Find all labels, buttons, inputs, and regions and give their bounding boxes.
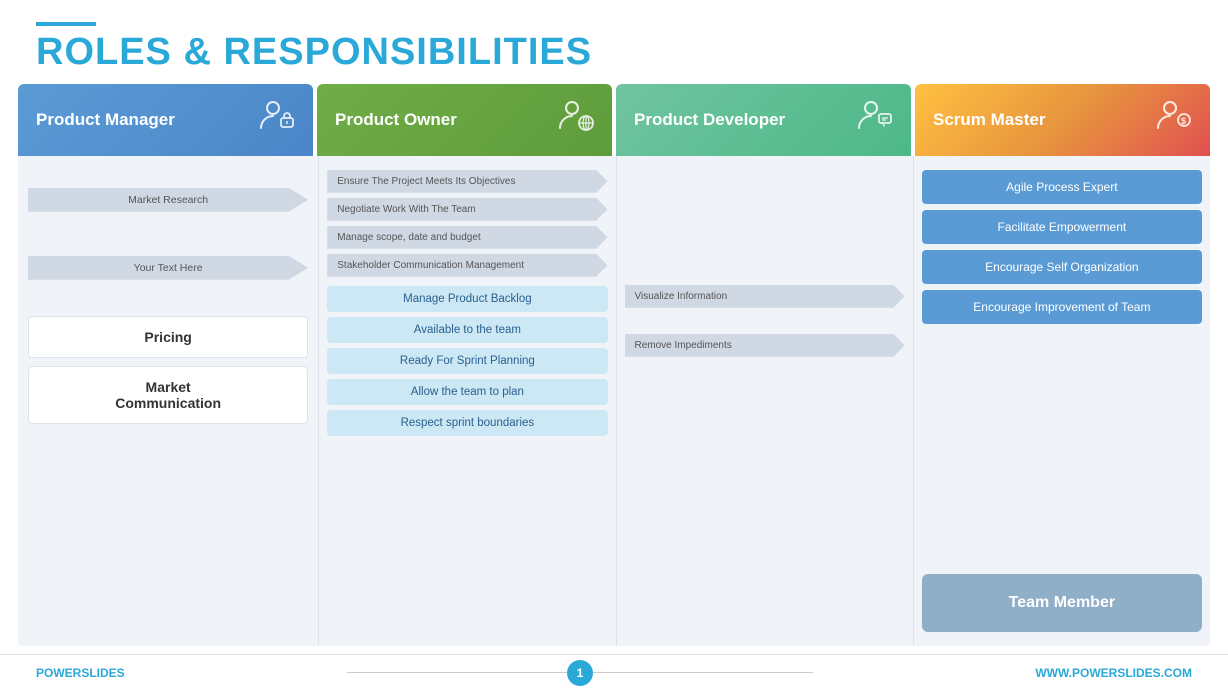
role-icon-pm <box>259 98 295 142</box>
page-title: ROLES & RESPONSIBILITIES <box>36 32 1192 74</box>
footer: POWERSLIDES 1 WWW.POWERSLIDES.COM <box>0 654 1228 690</box>
sm-box-3: Encourage Improvement of Team <box>922 290 1202 324</box>
po-arrow-0: Ensure The Project Meets Its Objectives <box>327 170 607 193</box>
col-pd: Visualize Information Remove Impediments <box>617 156 914 646</box>
role-header-pm: Product Manager <box>18 84 313 156</box>
footer-line-left <box>347 672 567 673</box>
role-label-sm: Scrum Master <box>933 110 1045 130</box>
col-sm: Agile Process Expert Facilitate Empowerm… <box>914 156 1210 646</box>
svg-text:$: $ <box>1181 116 1186 126</box>
roles-header-row: Product Manager Product Owner <box>18 84 1210 156</box>
footer-website: WWW.POWERSLIDES.COM <box>1035 666 1192 680</box>
footer-line-right <box>593 672 813 673</box>
role-header-po: Product Owner <box>317 84 612 156</box>
brand-part2: SLIDES <box>81 666 124 680</box>
sm-team-member: Team Member <box>922 574 1202 632</box>
header: ROLES & RESPONSIBILITIES <box>0 0 1228 84</box>
page-number: 1 <box>567 660 593 686</box>
slide: ROLES & RESPONSIBILITIES Product Manager… <box>0 0 1228 690</box>
po-btn-0: Manage Product Backlog <box>327 286 607 312</box>
po-arrow-1: Negotiate Work With The Team <box>327 198 607 221</box>
po-btn-3: Allow the team to plan <box>327 379 607 405</box>
title-part1: ROLES & <box>36 31 223 73</box>
role-header-sm: Scrum Master $ <box>915 84 1210 156</box>
pm-arrow1-row: Market Research <box>28 188 308 212</box>
pd-arrow-0: Visualize Information <box>625 285 905 308</box>
pd-arrow-1: Remove Impediments <box>625 334 905 357</box>
sm-box-0: Agile Process Expert <box>922 170 1202 204</box>
sm-box-1: Facilitate Empowerment <box>922 210 1202 244</box>
main-content: Market Research Your Text Here Pricing M… <box>18 156 1210 646</box>
role-label-pd: Product Developer <box>634 110 785 130</box>
footer-pagination: 1 <box>347 660 813 686</box>
po-btn-2: Ready For Sprint Planning <box>327 348 607 374</box>
col-po: Ensure The Project Meets Its Objectives … <box>319 156 616 646</box>
po-arrow-3: Stakeholder Communication Management <box>327 254 607 277</box>
role-label-pm: Product Manager <box>36 110 175 130</box>
po-btn-4: Respect sprint boundaries <box>327 410 607 436</box>
accent-bar <box>36 22 96 26</box>
pm-arrow2: Your Text Here <box>28 256 308 280</box>
sm-box-2: Encourage Self Organization <box>922 250 1202 284</box>
role-icon-pd <box>857 98 893 142</box>
title-part2: RESPONSIBILITIES <box>223 31 592 73</box>
pm-box-pricing: Pricing <box>28 316 308 358</box>
po-btn-1: Available to the team <box>327 317 607 343</box>
role-label-po: Product Owner <box>335 110 457 130</box>
brand-part1: POWER <box>36 666 81 680</box>
pm-arrow2-row: Your Text Here <box>28 256 308 280</box>
role-icon-sm: $ <box>1156 98 1192 142</box>
pm-arrow1: Market Research <box>28 188 308 212</box>
col-pm: Market Research Your Text Here Pricing M… <box>18 156 319 646</box>
footer-brand: POWERSLIDES <box>36 666 125 680</box>
po-arrow-2: Manage scope, date and budget <box>327 226 607 249</box>
role-icon-po <box>558 98 594 142</box>
pm-box-market: MarketCommunication <box>28 366 308 424</box>
role-header-pd: Product Developer <box>616 84 911 156</box>
